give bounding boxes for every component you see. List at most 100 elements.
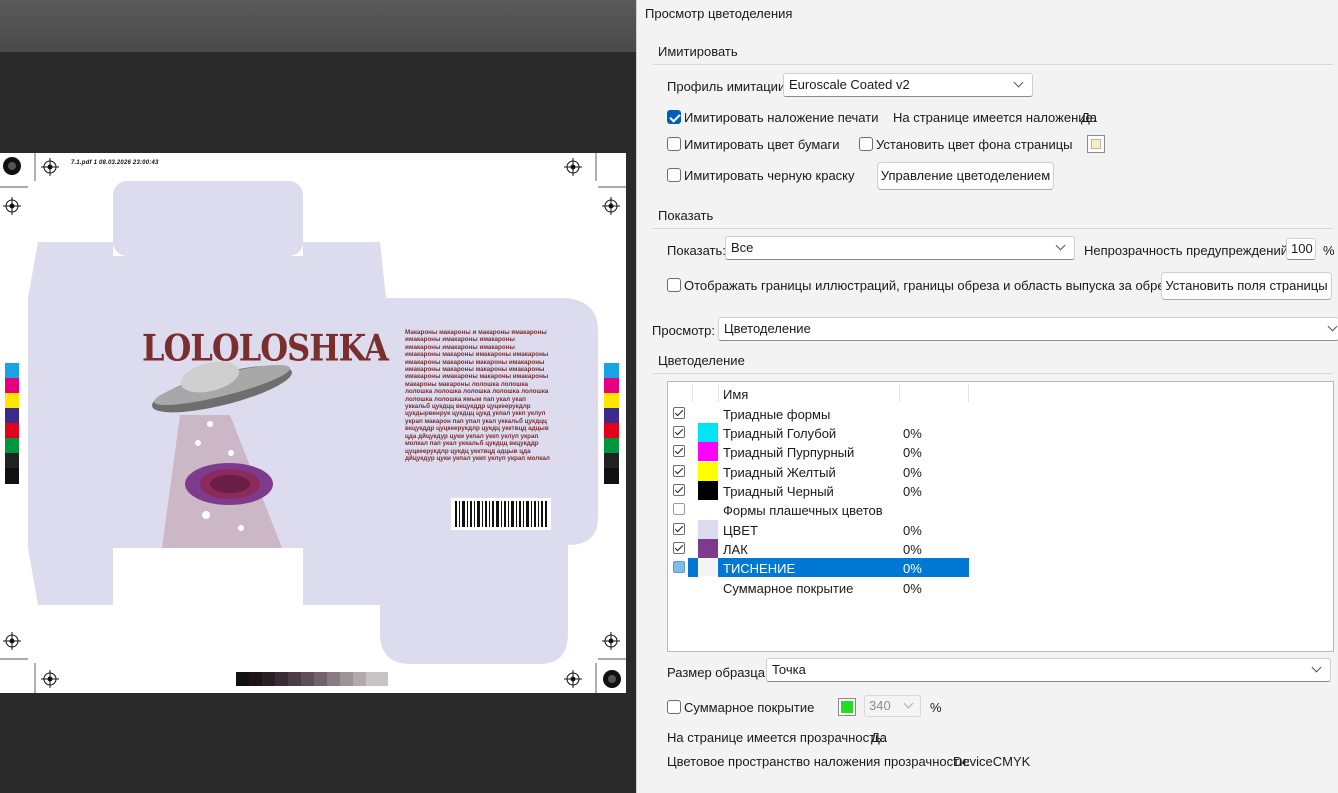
separation-color-swatch xyxy=(698,423,718,442)
blend-space-label: Цветовое пространство наложения прозрачн… xyxy=(667,754,970,769)
chevron-down-icon xyxy=(1311,662,1322,673)
profile-label: Профиль имитации: xyxy=(667,79,789,94)
barcode xyxy=(451,498,551,530)
separation-visibility-checkbox[interactable] xyxy=(673,561,685,573)
separation-color-swatch xyxy=(698,520,718,539)
separation-visibility-checkbox[interactable] xyxy=(673,407,685,419)
slug-info: 7.1.pdf 1 08.03.2026 23:00:43 xyxy=(71,160,159,166)
separation-name: Триадный Черный xyxy=(723,484,834,499)
show-select[interactable]: Все xyxy=(725,236,1075,260)
total-coverage-value: 340 xyxy=(869,698,891,713)
separation-name: ТИСНЕНИЕ xyxy=(723,561,796,576)
color-bar-left xyxy=(5,363,19,484)
show-group-title: Показать xyxy=(658,208,714,223)
total-coverage-checkbox[interactable] xyxy=(667,700,681,714)
sample-size-select-value: Точка xyxy=(772,662,806,677)
set-page-boxes-button[interactable]: Установить поля страницы xyxy=(1161,272,1332,300)
panel-title: Просмотр цветоделения xyxy=(645,6,793,21)
page-overprint-value: Да xyxy=(1081,110,1098,125)
warning-opacity-input[interactable]: 100 xyxy=(1286,238,1316,260)
ink-manager-button[interactable]: Управление цветоделением xyxy=(877,162,1054,190)
separation-row[interactable]: Формы плашечных цветов xyxy=(668,500,971,519)
show-boxes-checkbox[interactable] xyxy=(667,278,681,292)
separation-visibility-checkbox[interactable] xyxy=(673,542,685,554)
separation-visibility-checkbox[interactable] xyxy=(673,484,685,496)
separation-name: Триадный Голубой xyxy=(723,426,837,441)
color-bar-right xyxy=(604,363,619,484)
separation-visibility-checkbox[interactable] xyxy=(673,523,685,535)
artboard[interactable]: 7.1.pdf 1 08.03.2026 23:00:43 LOLOLOSHKA… xyxy=(0,153,626,693)
separation-row[interactable]: Триадный Черный 0% xyxy=(668,481,971,500)
divider xyxy=(653,64,1333,65)
preview-select[interactable]: Цветоделение xyxy=(718,317,1338,341)
simulate-group-title: Имитировать xyxy=(658,44,738,59)
total-coverage-percent: % xyxy=(930,700,942,715)
total-coverage-input[interactable]: 340 xyxy=(864,695,921,717)
separation-row[interactable]: Триадный Пурпурный 0% xyxy=(668,442,971,461)
separation-name: Формы плашечных цветов xyxy=(723,503,883,518)
brand-logo-text: LOLOLOSHKA xyxy=(142,326,389,370)
separations-list[interactable]: Имя Триадные формы Триадный Голубой 0% Т… xyxy=(667,381,1334,652)
package-body-text: Макароны макароны и макароны ямакароны и… xyxy=(405,329,550,462)
separation-row[interactable]: Триадный Желтый 0% xyxy=(668,462,971,481)
separation-visibility-checkbox[interactable] xyxy=(673,445,685,457)
separation-row[interactable]: Суммарное покрытие 0% xyxy=(668,578,971,597)
chevron-down-icon xyxy=(1327,321,1338,332)
separation-percent: 0% xyxy=(903,484,922,499)
transparency-label: На странице имеется прозрачность: xyxy=(667,730,886,745)
preview-select-value: Цветоделение xyxy=(724,321,811,336)
divider xyxy=(653,373,1333,374)
separation-percent: 0% xyxy=(903,581,922,596)
separation-preview-panel: Просмотр цветоделения Имитировать Профил… xyxy=(636,0,1338,793)
separation-visibility-checkbox[interactable] xyxy=(673,465,685,477)
separation-row[interactable]: ЛАК 0% xyxy=(668,539,971,558)
profile-select[interactable]: Euroscale Coated v2 xyxy=(783,73,1033,97)
separation-percent: 0% xyxy=(903,542,922,557)
chevron-down-icon xyxy=(1055,240,1066,251)
show-select-value: Все xyxy=(731,240,754,255)
page-background-checkbox[interactable] xyxy=(859,137,873,151)
separation-row-selected[interactable]: ТИСНЕНИЕ 0% xyxy=(668,558,971,577)
separation-percent: 0% xyxy=(903,561,922,576)
separation-name: ЦВЕТ xyxy=(723,523,758,538)
show-label: Показать: xyxy=(667,243,726,258)
document-canvas[interactable]: 7.1.pdf 1 08.03.2026 23:00:43 LOLOLOSHKA… xyxy=(0,0,636,793)
separation-row[interactable]: Триадный Голубой 0% xyxy=(668,423,971,442)
separation-color-swatch xyxy=(698,558,718,577)
profile-select-value: Euroscale Coated v2 xyxy=(789,77,910,92)
separation-visibility-checkbox[interactable] xyxy=(673,503,685,515)
grayscale-strip xyxy=(236,672,388,686)
page-overprint-label: На странице имеется наложение: xyxy=(893,110,1097,125)
column-name-header: Имя xyxy=(723,387,749,402)
simulate-overprint-checkbox[interactable] xyxy=(667,110,681,124)
warning-opacity-label: Непрозрачность предупреждений: xyxy=(1084,243,1292,258)
divider xyxy=(653,228,1333,229)
blend-space-value: DeviceCMYK xyxy=(953,754,1031,769)
separation-visibility-checkbox[interactable] xyxy=(673,426,685,438)
separation-name: ЛАК xyxy=(723,542,748,557)
total-coverage-color-swatch[interactable] xyxy=(838,698,856,716)
chevron-down-icon xyxy=(903,698,914,709)
separation-row[interactable]: Триадные формы xyxy=(668,404,971,423)
separations-group-title: Цветоделение xyxy=(658,353,745,368)
page-background-label: Установить цвет фона страницы xyxy=(876,137,1073,152)
separation-row[interactable]: ЦВЕТ 0% xyxy=(668,520,971,539)
separation-name: Суммарное покрытие xyxy=(723,581,854,596)
simulate-black-ink-checkbox[interactable] xyxy=(667,168,681,182)
separation-name: Триадный Желтый xyxy=(723,465,836,480)
separation-percent: 0% xyxy=(903,426,922,441)
separation-name: Триадный Пурпурный xyxy=(723,445,855,460)
separation-color-swatch xyxy=(698,481,718,500)
sample-size-select[interactable]: Точка xyxy=(766,658,1331,682)
simulate-paper-color-label: Имитировать цвет бумаги xyxy=(684,137,840,152)
simulate-black-ink-label: Имитировать черную краску xyxy=(684,168,855,183)
separation-color-swatch xyxy=(698,462,718,481)
sample-size-label: Размер образца: xyxy=(667,665,769,680)
separation-percent: 0% xyxy=(903,445,922,460)
separation-percent: 0% xyxy=(903,465,922,480)
separation-color-swatch xyxy=(698,442,718,461)
total-coverage-label: Суммарное покрытие xyxy=(684,700,815,715)
show-boxes-label: Отображать границы иллюстраций, границы … xyxy=(684,278,1171,293)
simulate-paper-color-checkbox[interactable] xyxy=(667,137,681,151)
page-background-color-swatch[interactable] xyxy=(1087,135,1105,153)
